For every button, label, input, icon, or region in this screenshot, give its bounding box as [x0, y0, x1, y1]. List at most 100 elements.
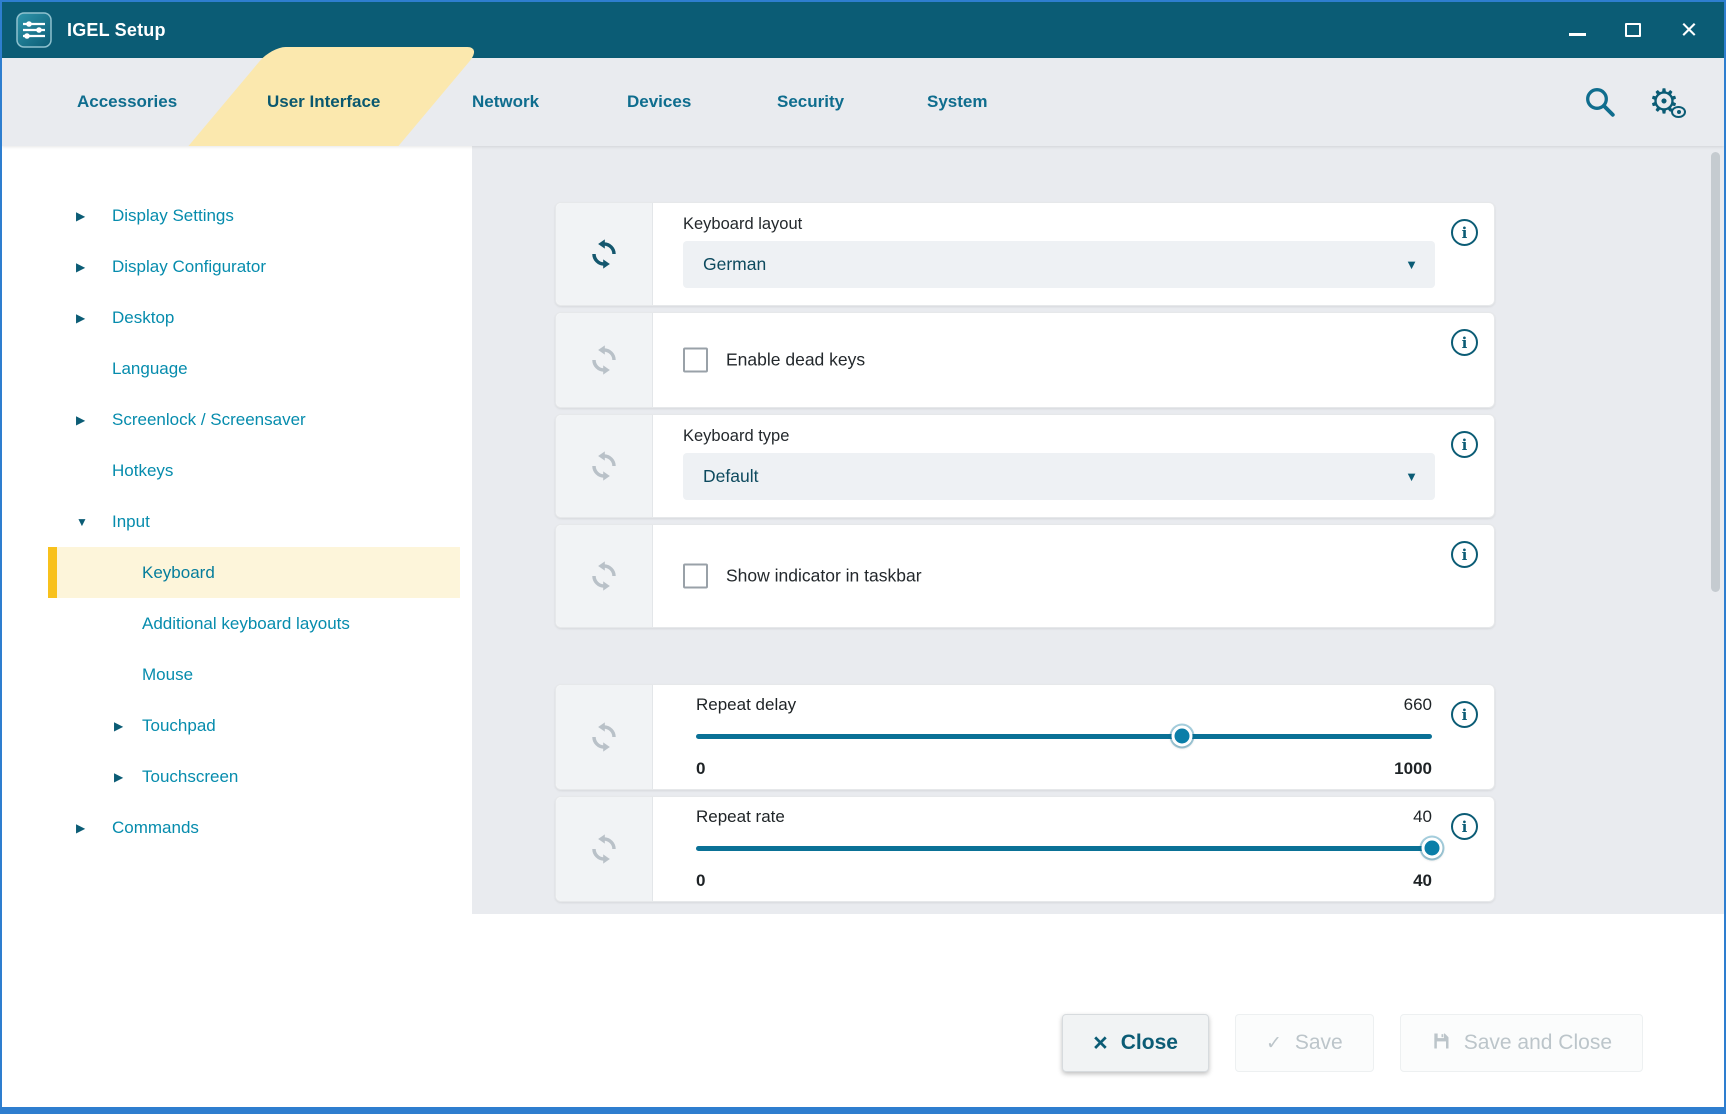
info-glyph: i [1462, 818, 1468, 836]
sidebar-item-touchscreen[interactable]: ▶ Touchscreen [2, 751, 472, 802]
tabbar-tools: ⚙ [1582, 58, 1684, 146]
tab-system[interactable]: System [927, 58, 987, 146]
window-title: IGEL Setup [67, 20, 166, 41]
sidebar-item-keyboard[interactable]: Keyboard [48, 547, 460, 598]
info-icon[interactable]: i [1451, 329, 1478, 356]
footer-buttons: × Close ✓ Save Save and Close [1062, 1014, 1643, 1072]
parameter-visibility-gear-icon[interactable]: ⚙ [1644, 82, 1684, 122]
field-label: Keyboard layout [683, 215, 802, 234]
slider-label: Repeat delay [696, 695, 796, 715]
titlebar: IGEL Setup × [2, 2, 1724, 58]
sidebar-item-label: Touchscreen [142, 767, 238, 787]
sidebar-item-mouse[interactable]: Mouse [2, 649, 472, 700]
reset-to-default-button[interactable] [556, 415, 653, 517]
close-icon: × [1093, 1031, 1108, 1056]
tab-accessories[interactable]: Accessories [77, 58, 177, 146]
sidebar-item-label: Additional keyboard layouts [142, 614, 350, 634]
info-icon[interactable]: i [1451, 541, 1478, 568]
tab-security[interactable]: Security [777, 58, 844, 146]
save-button-label: Save [1295, 1031, 1343, 1055]
slider-label: Repeat rate [696, 807, 785, 827]
slider-thumb[interactable] [1422, 838, 1443, 859]
save-button[interactable]: ✓ Save [1235, 1014, 1374, 1072]
tab-network[interactable]: Network [472, 58, 539, 146]
sidebar-item-label: Language [112, 359, 188, 379]
slider-thumb[interactable] [1171, 726, 1192, 747]
repeat-delay-slider[interactable] [696, 731, 1432, 743]
save-and-close-button[interactable]: Save and Close [1400, 1014, 1643, 1072]
show-indicator-checkbox[interactable] [683, 564, 708, 589]
tab-devices[interactable]: Devices [627, 58, 691, 146]
minimize-button[interactable] [1556, 9, 1598, 51]
close-window-icon: × [1681, 16, 1698, 45]
save-floppy-icon [1431, 1031, 1451, 1055]
reset-to-default-button[interactable] [556, 203, 653, 305]
setting-card-repeat-delay: Repeat delay 660 0 1000 i [555, 684, 1495, 790]
check-icon: ✓ [1266, 1034, 1282, 1053]
sidebar-item-label: Commands [112, 818, 199, 838]
reset-icon [588, 560, 620, 592]
keyboard-layout-dropdown[interactable]: German ▼ [683, 241, 1435, 288]
sidebar-item-label: Display Settings [112, 206, 234, 226]
slider-min-label: 0 [696, 871, 705, 891]
chevron-right-icon: ▶ [76, 210, 85, 222]
slider-max-label: 1000 [1394, 759, 1432, 779]
reset-icon [588, 721, 620, 753]
reset-icon [588, 833, 620, 865]
maximize-icon [1625, 23, 1641, 37]
sidebar-item-label: Input [112, 512, 150, 532]
info-icon[interactable]: i [1451, 701, 1478, 728]
sidebar-item-label: Mouse [142, 665, 193, 685]
tab-bar: Accessories User Interface Network Devic… [2, 58, 1724, 146]
maximize-button[interactable] [1612, 9, 1654, 51]
close-button[interactable]: × Close [1062, 1014, 1209, 1072]
slider-current-value: 40 [1413, 807, 1432, 827]
sidebar-item-input[interactable]: ▼ Input [2, 496, 472, 547]
close-window-button[interactable]: × [1668, 9, 1710, 51]
sidebar-item-screenlock-screensaver[interactable]: ▶ Screenlock / Screensaver [2, 394, 472, 445]
scrollbar[interactable] [1711, 152, 1720, 878]
repeat-rate-slider[interactable] [696, 843, 1432, 855]
sidebar-item-label: Keyboard [142, 563, 215, 583]
keyboard-type-dropdown[interactable]: Default ▼ [683, 453, 1435, 500]
sidebar-item-commands[interactable]: ▶ Commands [2, 802, 472, 853]
footer: × Close ✓ Save Save and Close [2, 914, 1724, 1109]
igel-setup-window: IGEL Setup × Accessories User Interface … [0, 0, 1726, 1114]
reset-to-default-button[interactable] [556, 313, 653, 407]
checkbox-label: Enable dead keys [726, 350, 865, 371]
reset-to-default-button[interactable] [556, 685, 653, 789]
search-icon[interactable] [1582, 84, 1618, 120]
enable-dead-keys-checkbox[interactable] [683, 348, 708, 373]
setting-card-keyboard-layout: Keyboard layout German ▼ i [555, 202, 1495, 306]
settings-cards: Keyboard layout German ▼ i [555, 202, 1495, 902]
info-glyph: i [1462, 224, 1468, 242]
info-glyph: i [1462, 436, 1468, 454]
sidebar-item-touchpad[interactable]: ▶ Touchpad [2, 700, 472, 751]
info-icon[interactable]: i [1451, 813, 1478, 840]
info-icon[interactable]: i [1451, 219, 1478, 246]
checkbox-label: Show indicator in taskbar [726, 566, 922, 587]
chevron-right-icon: ▶ [114, 771, 123, 783]
reset-to-default-button[interactable] [556, 525, 653, 627]
reset-icon [588, 344, 620, 376]
slider-current-value: 660 [1404, 695, 1432, 715]
slider-track[interactable] [696, 734, 1432, 739]
setting-card-show-indicator: Show indicator in taskbar i [555, 524, 1495, 628]
chevron-down-icon: ▼ [1405, 469, 1418, 484]
tab-user-interface[interactable]: User Interface [267, 58, 380, 146]
sidebar-item-additional-keyboard-layouts[interactable]: Additional keyboard layouts [2, 598, 472, 649]
setting-card-keyboard-type: Keyboard type Default ▼ i [555, 414, 1495, 518]
sidebar-item-hotkeys[interactable]: Hotkeys [2, 445, 472, 496]
info-icon[interactable]: i [1451, 431, 1478, 458]
reset-to-default-button[interactable] [556, 797, 653, 901]
sidebar-item-label: Desktop [112, 308, 174, 328]
chevron-right-icon: ▶ [76, 312, 85, 324]
sidebar-item-language[interactable]: Language [2, 343, 472, 394]
info-glyph: i [1462, 546, 1468, 564]
slider-track[interactable] [696, 846, 1432, 851]
sidebar-item-desktop[interactable]: ▶ Desktop [2, 292, 472, 343]
igel-logo-icon [16, 12, 52, 48]
scrollbar-thumb[interactable] [1711, 152, 1720, 592]
sidebar-item-display-configurator[interactable]: ▶ Display Configurator [2, 241, 472, 292]
sidebar-item-display-settings[interactable]: ▶ Display Settings [2, 190, 472, 241]
